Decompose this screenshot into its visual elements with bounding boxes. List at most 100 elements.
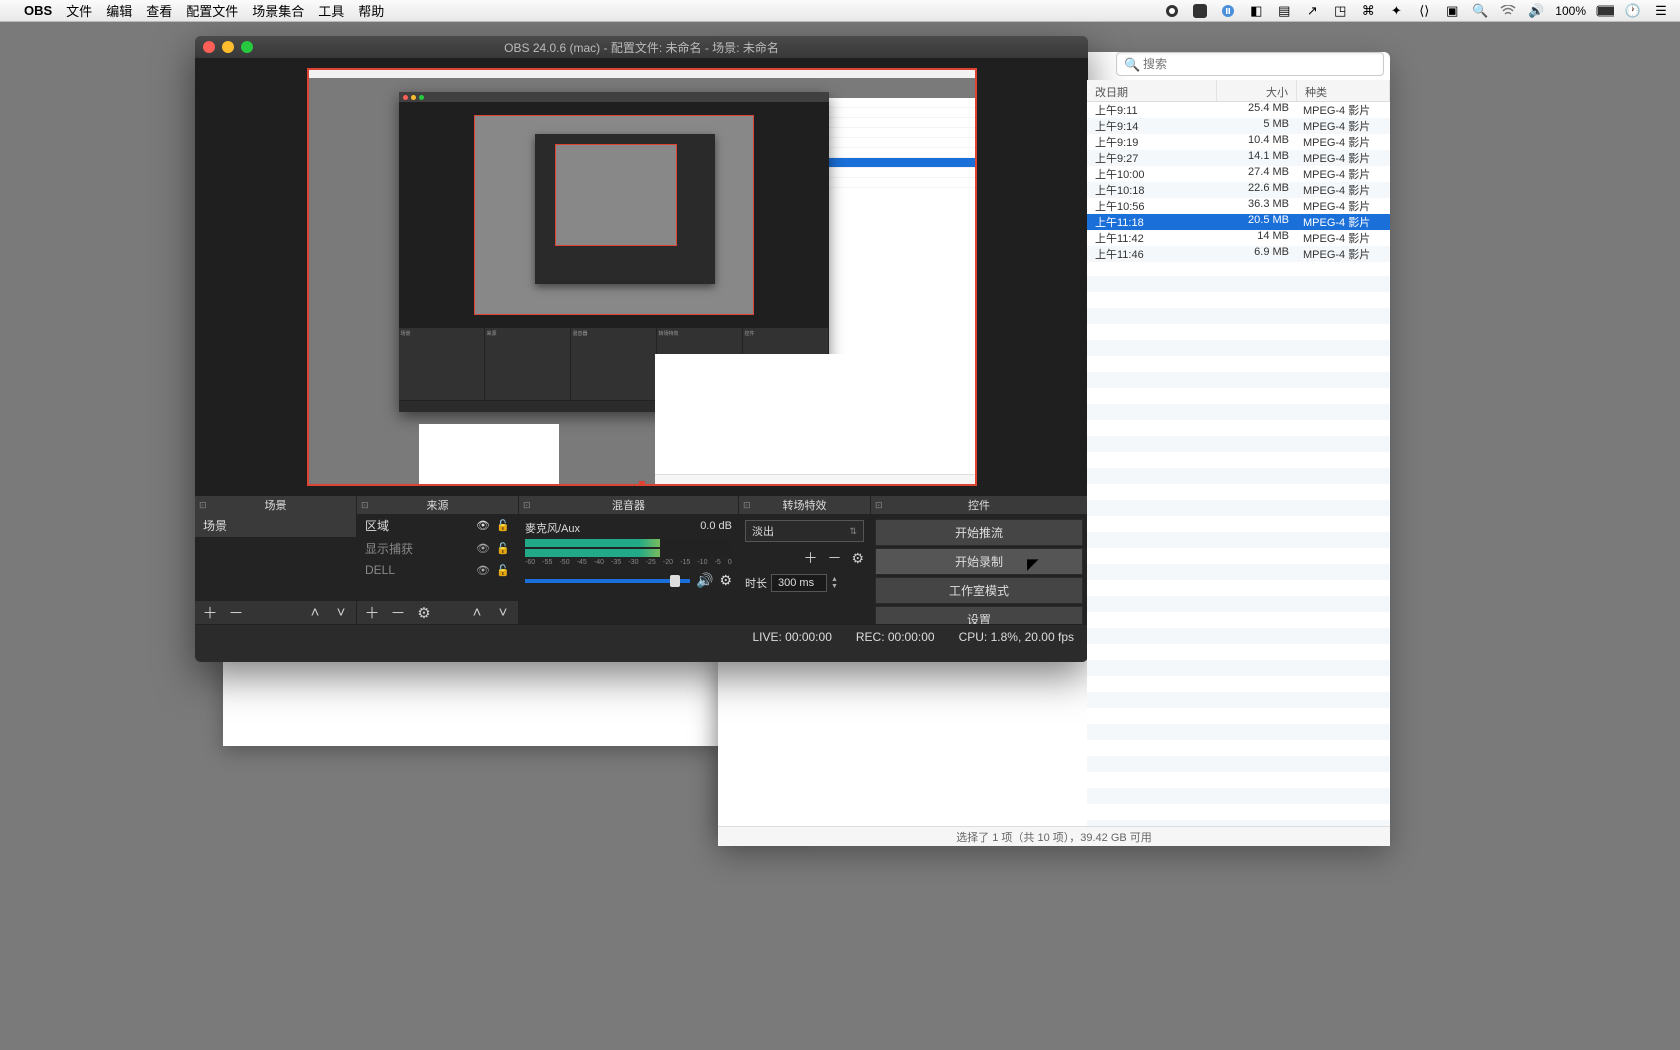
menu-file[interactable]: 文件 xyxy=(66,1,92,20)
source-item[interactable]: 区域👁🔓 xyxy=(357,514,518,537)
menu-tools[interactable]: 工具 xyxy=(318,1,344,20)
sources-list[interactable]: 区域👁🔓显示捕获👁🔓DELL👁🔓 xyxy=(357,514,518,600)
tray-icon-2[interactable]: ▤ xyxy=(1275,2,1293,20)
controls-title: 控件 xyxy=(968,497,990,513)
wifi-icon[interactable] xyxy=(1499,2,1517,20)
add-transition-button[interactable]: ＋ xyxy=(803,548,817,568)
grip-icon: ⊡ xyxy=(361,500,369,511)
transitions-header[interactable]: ⊡ 转场特效 xyxy=(739,496,870,514)
vu-meter xyxy=(525,539,732,547)
battery-icon[interactable] xyxy=(1596,2,1614,20)
col-date[interactable]: 改日期 xyxy=(1087,80,1217,101)
tray-icon-8[interactable]: ▣ xyxy=(1443,2,1461,20)
remove-scene-button[interactable]: － xyxy=(227,602,245,623)
finder-row[interactable]: 上午11:4214 MBMPEG-4 影片 xyxy=(1087,230,1390,246)
remove-transition-button[interactable]: － xyxy=(827,548,841,568)
lock-icon[interactable]: 🔓 xyxy=(496,564,510,577)
sources-header[interactable]: ⊡来源 xyxy=(357,496,518,514)
mixer-header[interactable]: ⊡混音器 xyxy=(519,496,738,514)
pause-tray-icon[interactable] xyxy=(1219,2,1237,20)
finder-row[interactable]: 上午9:1125.4 MBMPEG-4 影片 xyxy=(1087,102,1390,118)
selected-source-frame[interactable]: 场景来源混音器转场特效控件 xyxy=(307,68,977,486)
add-source-button[interactable]: ＋ xyxy=(363,602,381,623)
settings-button[interactable]: 设置 xyxy=(875,606,1083,624)
lock-icon[interactable]: 🔓 xyxy=(496,519,510,532)
battery-percent[interactable]: 100% xyxy=(1555,4,1586,18)
mixer-body: 麥克风/Aux 0.0 dB -60-55-50-45-40-35-30-25-… xyxy=(519,514,738,624)
finder-empty-rows[interactable] xyxy=(1087,260,1390,830)
finder-row[interactable]: 上午9:145 MBMPEG-4 影片 xyxy=(1087,118,1390,134)
scenes-header[interactable]: ⊡场景 xyxy=(195,496,356,514)
source-item[interactable]: DELL👁🔓 xyxy=(357,560,518,580)
spotlight-icon[interactable]: 🔍 xyxy=(1471,2,1489,20)
finder-search-input[interactable] xyxy=(1116,52,1384,76)
col-kind[interactable]: 种类 xyxy=(1297,80,1390,101)
finder-row[interactable]: 上午11:466.9 MBMPEG-4 影片 xyxy=(1087,246,1390,262)
obs-titlebar[interactable]: OBS 24.0.6 (mac) - 配置文件: 未命名 - 场景: 未命名 xyxy=(195,36,1088,58)
status-live: LIVE: 00:00:00 xyxy=(752,630,831,644)
tray-icon-4[interactable]: ◳ xyxy=(1331,2,1349,20)
tray-icon-3[interactable]: ↗ xyxy=(1303,2,1321,20)
visibility-icon[interactable]: 👁 xyxy=(476,519,490,532)
duration-stepper[interactable]: ▲▼ xyxy=(831,576,838,590)
scene-down-button[interactable]: ˅ xyxy=(332,604,350,621)
menu-icon[interactable]: ☰ xyxy=(1652,2,1670,20)
tray-icon-6[interactable]: ✦ xyxy=(1387,2,1405,20)
minimize-button[interactable] xyxy=(222,41,234,53)
source-down-button[interactable]: ˅ xyxy=(494,604,512,621)
transition-select[interactable]: 淡出 ⇅ xyxy=(745,520,864,542)
transition-settings-button[interactable]: ⚙ xyxy=(851,550,864,567)
visibility-icon[interactable]: 👁 xyxy=(476,564,490,577)
start-record-button[interactable]: 开始录制 xyxy=(875,548,1083,575)
lock-icon[interactable]: 🔓 xyxy=(496,542,510,555)
finder-row[interactable]: 上午10:0027.4 MBMPEG-4 影片 xyxy=(1087,166,1390,182)
visibility-icon[interactable]: 👁 xyxy=(476,542,490,555)
mixer-level: 0.0 dB xyxy=(700,520,732,536)
maximize-button[interactable] xyxy=(241,41,253,53)
scene-up-button[interactable]: ˄ xyxy=(306,604,324,621)
controls-header[interactable]: ⊡控件 xyxy=(871,496,1087,514)
finder-row[interactable]: 上午10:1822.6 MBMPEG-4 影片 xyxy=(1087,182,1390,198)
menu-view[interactable]: 查看 xyxy=(146,1,172,20)
clock-icon[interactable]: 🕐 xyxy=(1624,2,1642,20)
grip-icon: ⊡ xyxy=(199,500,207,511)
obs-tray-icon[interactable] xyxy=(1163,2,1181,20)
menu-edit[interactable]: 编辑 xyxy=(106,1,132,20)
volume-slider[interactable] xyxy=(525,579,690,583)
close-button[interactable] xyxy=(203,41,215,53)
menubar-right: ◧ ▤ ↗ ◳ ⌘ ✦ ⟨⟩ ▣ 🔍 🔊 100% 🕐 ☰ xyxy=(1163,2,1670,20)
remove-source-button[interactable]: － xyxy=(389,602,407,623)
duration-input[interactable] xyxy=(771,574,827,592)
source-settings-button[interactable]: ⚙ xyxy=(415,604,433,622)
finder-row[interactable]: 上午10:5636.3 MBMPEG-4 影片 xyxy=(1087,198,1390,214)
tray-icon-5[interactable]: ⌘ xyxy=(1359,2,1377,20)
transitions-body: 淡出 ⇅ ＋ － ⚙ 时长 ▲▼ xyxy=(739,514,870,624)
grip-icon: ⊡ xyxy=(743,500,751,511)
volume-icon[interactable]: 🔊 xyxy=(1527,2,1545,20)
finder-column-headers: 改日期 大小 种类 xyxy=(1087,80,1390,102)
preview-area[interactable]: 场景来源混音器转场特效控件 xyxy=(195,58,1088,496)
tray-icon-7[interactable]: ⟨⟩ xyxy=(1415,2,1433,20)
menu-profile[interactable]: 配置文件 xyxy=(186,1,238,20)
finder-row[interactable]: 上午9:2714.1 MBMPEG-4 影片 xyxy=(1087,150,1390,166)
menu-help[interactable]: 帮助 xyxy=(358,1,384,20)
transitions-title: 转场特效 xyxy=(783,497,827,513)
scene-item[interactable]: 场景 xyxy=(195,514,356,537)
speaker-icon[interactable]: 🔊 xyxy=(696,572,713,589)
source-up-button[interactable]: ˄ xyxy=(468,604,486,621)
app-name[interactable]: OBS xyxy=(24,3,52,18)
scenes-list[interactable]: 场景 xyxy=(195,514,356,600)
mixer-settings-icon[interactable]: ⚙ xyxy=(719,572,732,589)
add-scene-button[interactable]: ＋ xyxy=(201,602,219,623)
tray-icon-1[interactable]: ◧ xyxy=(1247,2,1265,20)
background-window-1[interactable] xyxy=(223,662,720,746)
source-item[interactable]: 显示捕获👁🔓 xyxy=(357,537,518,560)
finder-row[interactable]: 上午9:1910.4 MBMPEG-4 影片 xyxy=(1087,134,1390,150)
finder-row[interactable]: 上午11:1820.5 MBMPEG-4 影片 xyxy=(1087,214,1390,230)
start-stream-button[interactable]: 开始推流 xyxy=(875,519,1083,546)
studio-mode-button[interactable]: 工作室模式 xyxy=(875,577,1083,604)
creative-cloud-icon[interactable] xyxy=(1191,2,1209,20)
col-size[interactable]: 大小 xyxy=(1217,80,1297,101)
vu-scale: -60-55-50-45-40-35-30-25-20-15-10-50 xyxy=(525,559,732,566)
menu-scene-collection[interactable]: 场景集合 xyxy=(252,1,304,20)
